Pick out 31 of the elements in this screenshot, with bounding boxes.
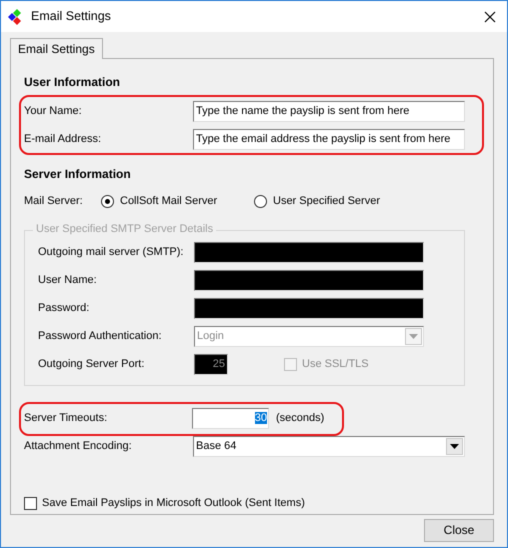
field-label: E-mail Address: <box>24 132 102 146</box>
radio-button[interactable]: CollSoft Mail Server <box>101 195 254 208</box>
text-field[interactable]: Type the name the payslip is sent from here <box>193 100 465 122</box>
section-heading: Server Information <box>24 167 132 182</box>
unit-label: (seconds) <box>276 412 324 426</box>
radio-icon[interactable] <box>101 195 114 208</box>
field-label: Password Authentication: <box>38 330 163 344</box>
field-label: Outgoing mail server (SMTP): <box>38 246 184 260</box>
text-field[interactable]: 30 <box>192 408 269 430</box>
section-heading: User Information <box>24 75 122 90</box>
close-button[interactable]: Close <box>424 519 494 542</box>
field-label: Mail Server: <box>24 195 84 208</box>
checkbox-icon[interactable] <box>24 496 37 510</box>
field-label: Password: <box>38 302 90 316</box>
group-legend: User Specified SMTP Server Details <box>33 222 216 236</box>
text-field[interactable]: Type the email address the payslip is sent from here <box>193 128 465 150</box>
radio-icon[interactable] <box>254 195 267 208</box>
radio-button[interactable]: User Specified Server <box>254 195 380 208</box>
dropdown[interactable]: Base 64 <box>193 436 465 458</box>
dropdown-value: Login <box>197 329 224 344</box>
checkbox[interactable]: Save Email Payslips in Microsoft Outlook (Sent Items) <box>24 496 480 510</box>
app-icon <box>7 8 23 24</box>
field-value: 30 <box>254 412 267 424</box>
window-title: Email Settings <box>31 9 112 24</box>
field-label: User Name: <box>38 274 98 288</box>
field-label: Outgoing Server Port: <box>38 358 146 372</box>
field-label: Your Name: <box>24 104 83 118</box>
dropdown-value: Base 64 <box>196 439 236 454</box>
tab[interactable]: Email Settings <box>10 38 103 59</box>
field-label: Server Timeouts: <box>24 412 108 426</box>
field-label: Attachment Encoding: <box>24 440 133 454</box>
